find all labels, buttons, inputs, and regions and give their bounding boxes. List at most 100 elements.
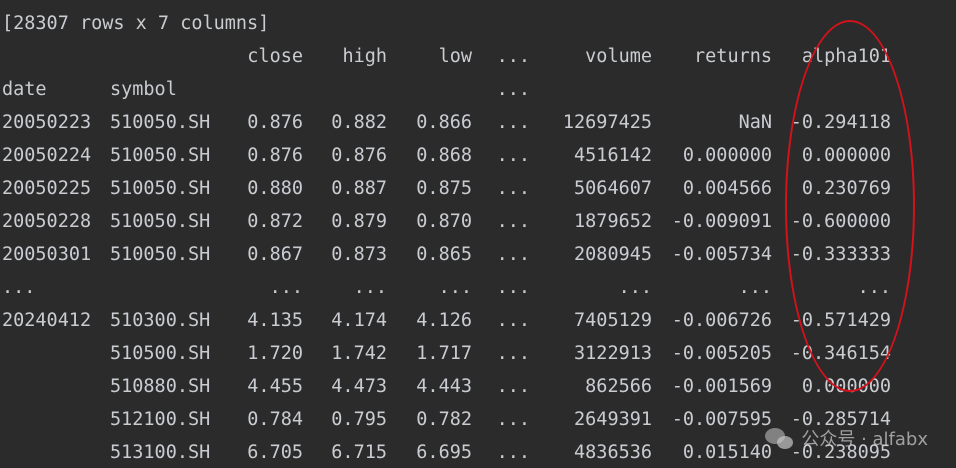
- cell-high: 4.174: [331, 310, 387, 331]
- cell-volume: 1879652: [574, 211, 652, 232]
- cell-returns: -0.005734: [671, 244, 772, 265]
- summary-line: [28307 rows x 7 columns]: [2, 7, 952, 40]
- cell-close: 0.872: [247, 211, 303, 232]
- table-row: 20050223 510050.SH 0.876 0.882 0.866... 12697…: [2, 106, 952, 139]
- cell-ellipsis: ...: [496, 112, 530, 133]
- col-header-close: close: [247, 46, 303, 67]
- cell-volume: 12697425: [562, 112, 652, 133]
- cell-ellipsis: ...: [496, 376, 530, 397]
- cell-low: 0.782: [416, 409, 472, 430]
- cell-low: 6.695: [416, 442, 472, 463]
- row-count-summary: [28307 rows x 7 columns]: [2, 13, 270, 34]
- cell-date: 20050301: [2, 244, 92, 265]
- cell-close: 0.784: [247, 409, 303, 430]
- cell-symbol: 513100.SH: [110, 442, 211, 463]
- cell-volume: 862566: [585, 376, 652, 397]
- table-row: 510880.SH 4.455 4.473 4.443... 862566 -0.0015…: [2, 370, 952, 403]
- cell-symbol: 512100.SH: [110, 409, 211, 430]
- cell-returns: 0.015140: [682, 442, 772, 463]
- cell-alpha101: -0.571429: [790, 310, 891, 331]
- cell-returns: -0.009091: [671, 211, 772, 232]
- table-row: 510500.SH 1.720 1.742 1.717... 3122913 -0.005…: [2, 337, 952, 370]
- cell-returns: -0.006726: [671, 310, 772, 331]
- cell-ellipsis: ...: [496, 343, 530, 364]
- cell-volume: 3122913: [574, 343, 652, 364]
- index-header-ellipsis: ...: [496, 79, 530, 100]
- cell-close: 6.705: [247, 442, 303, 463]
- cell-high: 0.887: [331, 178, 387, 199]
- cell-alpha101: -0.346154: [790, 343, 891, 364]
- watermark-text: 公众号 · alfabx: [801, 428, 928, 450]
- cell-alpha101: -0.600000: [790, 211, 891, 232]
- cell-date: 20050228: [2, 211, 92, 232]
- cell-low: 0.875: [416, 178, 472, 199]
- cell-low: 4.126: [416, 310, 472, 331]
- cell-date: ...: [2, 277, 36, 298]
- cell-symbol: 510050.SH: [110, 145, 211, 166]
- cell-symbol: 510500.SH: [110, 343, 211, 364]
- watermark: 公众号 · alfabx: [765, 424, 928, 454]
- cell-returns: ...: [738, 277, 772, 298]
- col-header-volume: volume: [585, 46, 652, 67]
- cell-volume: 2080945: [574, 244, 652, 265]
- cell-high: 0.879: [331, 211, 387, 232]
- cell-returns: 0.004566: [682, 178, 772, 199]
- cell-close: 0.876: [247, 112, 303, 133]
- cell-ellipsis: ...: [496, 178, 530, 199]
- index-header-date: date: [2, 79, 47, 100]
- cell-ellipsis: ...: [496, 211, 530, 232]
- col-header-high: high: [342, 46, 387, 67]
- cell-close: 0.867: [247, 244, 303, 265]
- cell-low: 0.865: [416, 244, 472, 265]
- cell-alpha101: 0.000000: [801, 145, 891, 166]
- table-row: 20050224 510050.SH 0.876 0.876 0.868... 45161…: [2, 139, 952, 172]
- cell-high: 0.876: [331, 145, 387, 166]
- cell-ellipsis: ...: [496, 145, 530, 166]
- index-header-symbol: symbol: [110, 79, 177, 100]
- cell-volume: 4516142: [574, 145, 652, 166]
- cell-high: 1.742: [331, 343, 387, 364]
- cell-returns: -0.007595: [671, 409, 772, 430]
- cell-volume: 7405129: [574, 310, 652, 331]
- cell-alpha101: 0.230769: [801, 178, 891, 199]
- table-row: 20050228 510050.SH 0.872 0.879 0.870... 18796…: [2, 205, 952, 238]
- index-header-row: date symbol ...: [2, 73, 952, 106]
- cell-low: ...: [438, 277, 472, 298]
- cell-low: 1.717: [416, 343, 472, 364]
- cell-high: 0.873: [331, 244, 387, 265]
- cell-symbol: 510300.SH: [110, 310, 211, 331]
- cell-close: 4.455: [247, 376, 303, 397]
- cell-high: 6.715: [331, 442, 387, 463]
- console-output: [28307 rows x 7 columns] close high low …: [0, 0, 956, 468]
- col-header-alpha101: alpha101: [801, 46, 891, 67]
- cell-returns: -0.005205: [671, 343, 772, 364]
- cell-returns: NaN: [738, 112, 772, 133]
- cell-volume: ...: [618, 277, 652, 298]
- wechat-icon: [765, 426, 795, 452]
- cell-symbol: 510050.SH: [110, 178, 211, 199]
- cell-ellipsis: ...: [496, 409, 530, 430]
- col-header-returns: returns: [694, 46, 772, 67]
- cell-low: 4.443: [416, 376, 472, 397]
- cell-symbol: 510880.SH: [110, 376, 211, 397]
- cell-volume: 5064607: [574, 178, 652, 199]
- col-header-ellipsis: ...: [496, 46, 530, 67]
- cell-low: 0.870: [416, 211, 472, 232]
- cell-ellipsis: ...: [496, 277, 530, 298]
- cell-returns: 0.000000: [682, 145, 772, 166]
- cell-close: 0.876: [247, 145, 303, 166]
- column-header-row: close high low ... volume returns alpha1…: [2, 40, 952, 73]
- cell-returns: -0.001569: [671, 376, 772, 397]
- cell-close: ...: [269, 277, 303, 298]
- cell-alpha101: 0.000000: [801, 376, 891, 397]
- cell-symbol: 510050.SH: [110, 244, 211, 265]
- cell-high: 0.795: [331, 409, 387, 430]
- cell-symbol: 510050.SH: [110, 112, 211, 133]
- table-row: ........................: [2, 271, 952, 304]
- cell-ellipsis: ...: [496, 310, 530, 331]
- table-row: 20240412 510300.SH 4.135 4.174 4.126... 74051…: [2, 304, 952, 337]
- cell-volume: 4836536: [574, 442, 652, 463]
- cell-alpha101: -0.294118: [790, 112, 891, 133]
- cell-high: 0.882: [331, 112, 387, 133]
- cell-close: 1.720: [247, 343, 303, 364]
